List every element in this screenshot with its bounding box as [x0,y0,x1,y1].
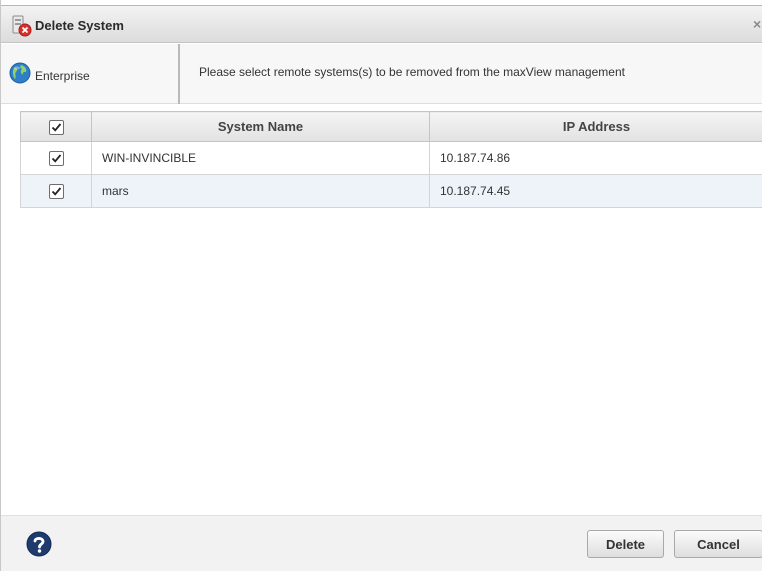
delete-button[interactable]: Delete [587,530,664,558]
system-name-header[interactable]: System Name [91,111,430,142]
cancel-button[interactable]: Cancel [674,530,762,558]
delete-system-dialog: Delete System × Enterprise Please select… [0,0,762,571]
system-name-cell: mars [91,174,430,208]
row-checkbox[interactable] [48,183,64,199]
system-name-cell: WIN-INVINCIBLE [91,141,430,175]
systems-table: System Name IP Address WIN-INVINCIBLE 10… [20,111,762,208]
select-all-header [20,111,92,142]
dialog-title: Delete System [35,18,124,33]
help-icon[interactable] [26,531,52,557]
row-checkbox[interactable] [48,150,64,166]
globe-icon [9,62,31,84]
ip-address-cell: 10.187.74.86 [429,141,762,175]
select-all-checkbox[interactable] [48,119,64,135]
dialog-titlebar[interactable]: Delete System × [1,5,762,43]
ip-address-header[interactable]: IP Address [429,111,762,142]
info-message: Please select remote systems(s) to be re… [199,65,625,79]
table-header-row: System Name IP Address [20,111,762,142]
delete-system-icon [12,15,32,37]
row-select-cell [20,174,92,208]
scope-label: Enterprise [35,69,90,83]
dialog-footer: Delete Cancel [1,515,762,571]
ip-address-cell: 10.187.74.45 [429,174,762,208]
table-row[interactable]: WIN-INVINCIBLE 10.187.74.86 [20,141,762,175]
info-panel: Enterprise Please select remote systems(… [1,44,762,104]
close-icon[interactable]: × [753,16,761,32]
info-divider [178,44,180,104]
table-row[interactable]: mars 10.187.74.45 [20,174,762,208]
row-select-cell [20,141,92,175]
